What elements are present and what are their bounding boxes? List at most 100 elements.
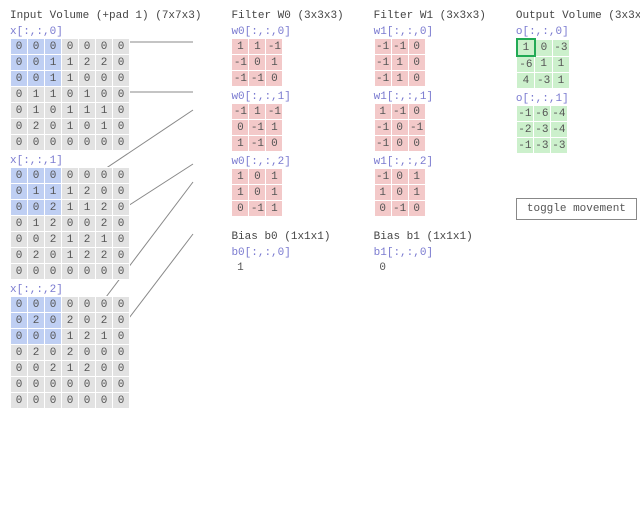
grid-cell: 1 bbox=[266, 120, 283, 136]
grid-cell: 0 bbox=[11, 216, 28, 232]
grid-cell: 0 bbox=[11, 232, 28, 248]
grid-cell: 1 bbox=[374, 185, 391, 201]
grid-cell: 0 bbox=[62, 216, 79, 232]
grid-cell: 1 bbox=[408, 169, 425, 185]
grid-cell: 0 bbox=[28, 393, 45, 409]
grid-cell: 0 bbox=[45, 377, 62, 393]
grid-cell: 0 bbox=[408, 104, 425, 120]
grid-cell: 0 bbox=[45, 329, 62, 345]
grid-cell: 0 bbox=[79, 393, 96, 409]
grid-cell: 0 bbox=[113, 119, 130, 135]
grid-cell: 0 bbox=[249, 169, 266, 185]
w1-title: Filter W1 (3x3x3) bbox=[374, 10, 486, 22]
slice-label: w0[:,:,1] bbox=[231, 91, 343, 103]
grid-cell: -3 bbox=[533, 122, 550, 138]
grid-cell: 0 bbox=[11, 297, 28, 313]
grid-cell: 0 bbox=[62, 39, 79, 55]
grid-cell: 1 bbox=[266, 201, 283, 217]
grid-cell: 0 bbox=[79, 168, 96, 184]
grid-cell: 0 bbox=[45, 39, 62, 55]
grid-cell: -3 bbox=[550, 138, 567, 154]
grid-cell: 0 bbox=[28, 232, 45, 248]
grid-cell: 0 bbox=[11, 119, 28, 135]
grid-cell: -1 bbox=[249, 201, 266, 217]
grid-cell: 4 bbox=[517, 73, 535, 89]
grid-cell: -1 bbox=[516, 106, 533, 122]
grid-cell: 1 bbox=[96, 232, 113, 248]
grid-cell: 2 bbox=[96, 216, 113, 232]
grid-cell: 0 bbox=[11, 87, 28, 103]
toggle-movement-button[interactable]: toggle movement bbox=[516, 198, 637, 220]
grid-cell: 0 bbox=[62, 377, 79, 393]
grid-cell: -1 bbox=[232, 55, 249, 71]
grid-cell: 2 bbox=[62, 313, 79, 329]
grid-cell: 0 bbox=[113, 55, 130, 71]
grid-cell: 1 bbox=[28, 216, 45, 232]
grid-cell: 0 bbox=[11, 264, 28, 280]
grid-cell: 1 bbox=[45, 87, 62, 103]
grid-cell: 0 bbox=[79, 135, 96, 151]
grid-cell: 0 bbox=[96, 184, 113, 200]
grid-cell: 0 bbox=[79, 313, 96, 329]
grid-cell: 2 bbox=[79, 232, 96, 248]
grid-cell: 0 bbox=[113, 377, 130, 393]
grid-cell: 0 bbox=[11, 377, 28, 393]
grid-cell: 1 bbox=[62, 184, 79, 200]
slice-label: o[:,:,1] bbox=[516, 93, 640, 105]
grid-cell: 0 bbox=[96, 297, 113, 313]
grid-cell: 0 bbox=[535, 39, 553, 56]
grid-cell: 2 bbox=[28, 248, 45, 264]
grid-cell: 0 bbox=[113, 200, 130, 216]
grid-cell: -4 bbox=[550, 122, 567, 138]
grid-cell: 2 bbox=[45, 361, 62, 377]
slice-label: b0[:,:,0] bbox=[231, 247, 343, 259]
grid-cell: 1 bbox=[552, 73, 569, 89]
grid-cell: 0 bbox=[79, 377, 96, 393]
slice-label: o[:,:,0] bbox=[516, 26, 640, 38]
grid-cell: -1 bbox=[232, 104, 249, 120]
grid-cell: 1 bbox=[62, 200, 79, 216]
data-grid: 1-10-10-1-100 bbox=[374, 103, 426, 152]
grid-cell: 0 bbox=[79, 297, 96, 313]
grid-cell: 0 bbox=[28, 377, 45, 393]
grid-cell: 0 bbox=[45, 297, 62, 313]
grid-cell: 0 bbox=[96, 39, 113, 55]
grid-cell: 1 bbox=[28, 184, 45, 200]
grid-cell: 0 bbox=[374, 260, 391, 276]
grid-cell: -3 bbox=[552, 39, 569, 56]
grid-cell: 0 bbox=[79, 216, 96, 232]
grid-cell: 0 bbox=[249, 185, 266, 201]
grid-cell: 0 bbox=[28, 71, 45, 87]
grid-cell: 1 bbox=[249, 104, 266, 120]
grid-cell: 0 bbox=[113, 297, 130, 313]
input-title: Input Volume (+pad 1) (7x7x3) bbox=[10, 10, 201, 22]
grid-cell: 0 bbox=[28, 297, 45, 313]
grid-cell: 1 bbox=[62, 248, 79, 264]
grid-cell: 0 bbox=[11, 103, 28, 119]
grid-cell: 2 bbox=[45, 232, 62, 248]
grid-cell: 0 bbox=[45, 393, 62, 409]
data-grid: 11-1-101-1-10 bbox=[231, 38, 283, 87]
grid-cell: 2 bbox=[79, 329, 96, 345]
output-title: Output Volume (3x3x2) bbox=[516, 10, 640, 22]
slice-label: w1[:,:,1] bbox=[374, 91, 486, 103]
grid-cell: 1 bbox=[232, 39, 249, 55]
grid-cell: 0 bbox=[28, 264, 45, 280]
grid-cell: 1 bbox=[232, 260, 249, 276]
grid-cell: 1 bbox=[62, 119, 79, 135]
data-grid: 0000000001122000110000110100010111002010… bbox=[10, 38, 130, 151]
grid-cell: 1 bbox=[391, 71, 408, 87]
grid-cell: 0 bbox=[28, 361, 45, 377]
grid-cell: 0 bbox=[11, 39, 28, 55]
grid-cell: 0 bbox=[11, 168, 28, 184]
grid-cell: 0 bbox=[113, 264, 130, 280]
grid-cell: 0 bbox=[266, 71, 283, 87]
grid-cell: 2 bbox=[62, 345, 79, 361]
grid-cell: 1 bbox=[79, 87, 96, 103]
grid-cell: 0 bbox=[45, 103, 62, 119]
grid-cell: 0 bbox=[11, 393, 28, 409]
grid-cell: -1 bbox=[391, 201, 408, 217]
grid-cell: 1 bbox=[62, 103, 79, 119]
grid-cell: 0 bbox=[113, 361, 130, 377]
grid-cell: 1 bbox=[79, 200, 96, 216]
